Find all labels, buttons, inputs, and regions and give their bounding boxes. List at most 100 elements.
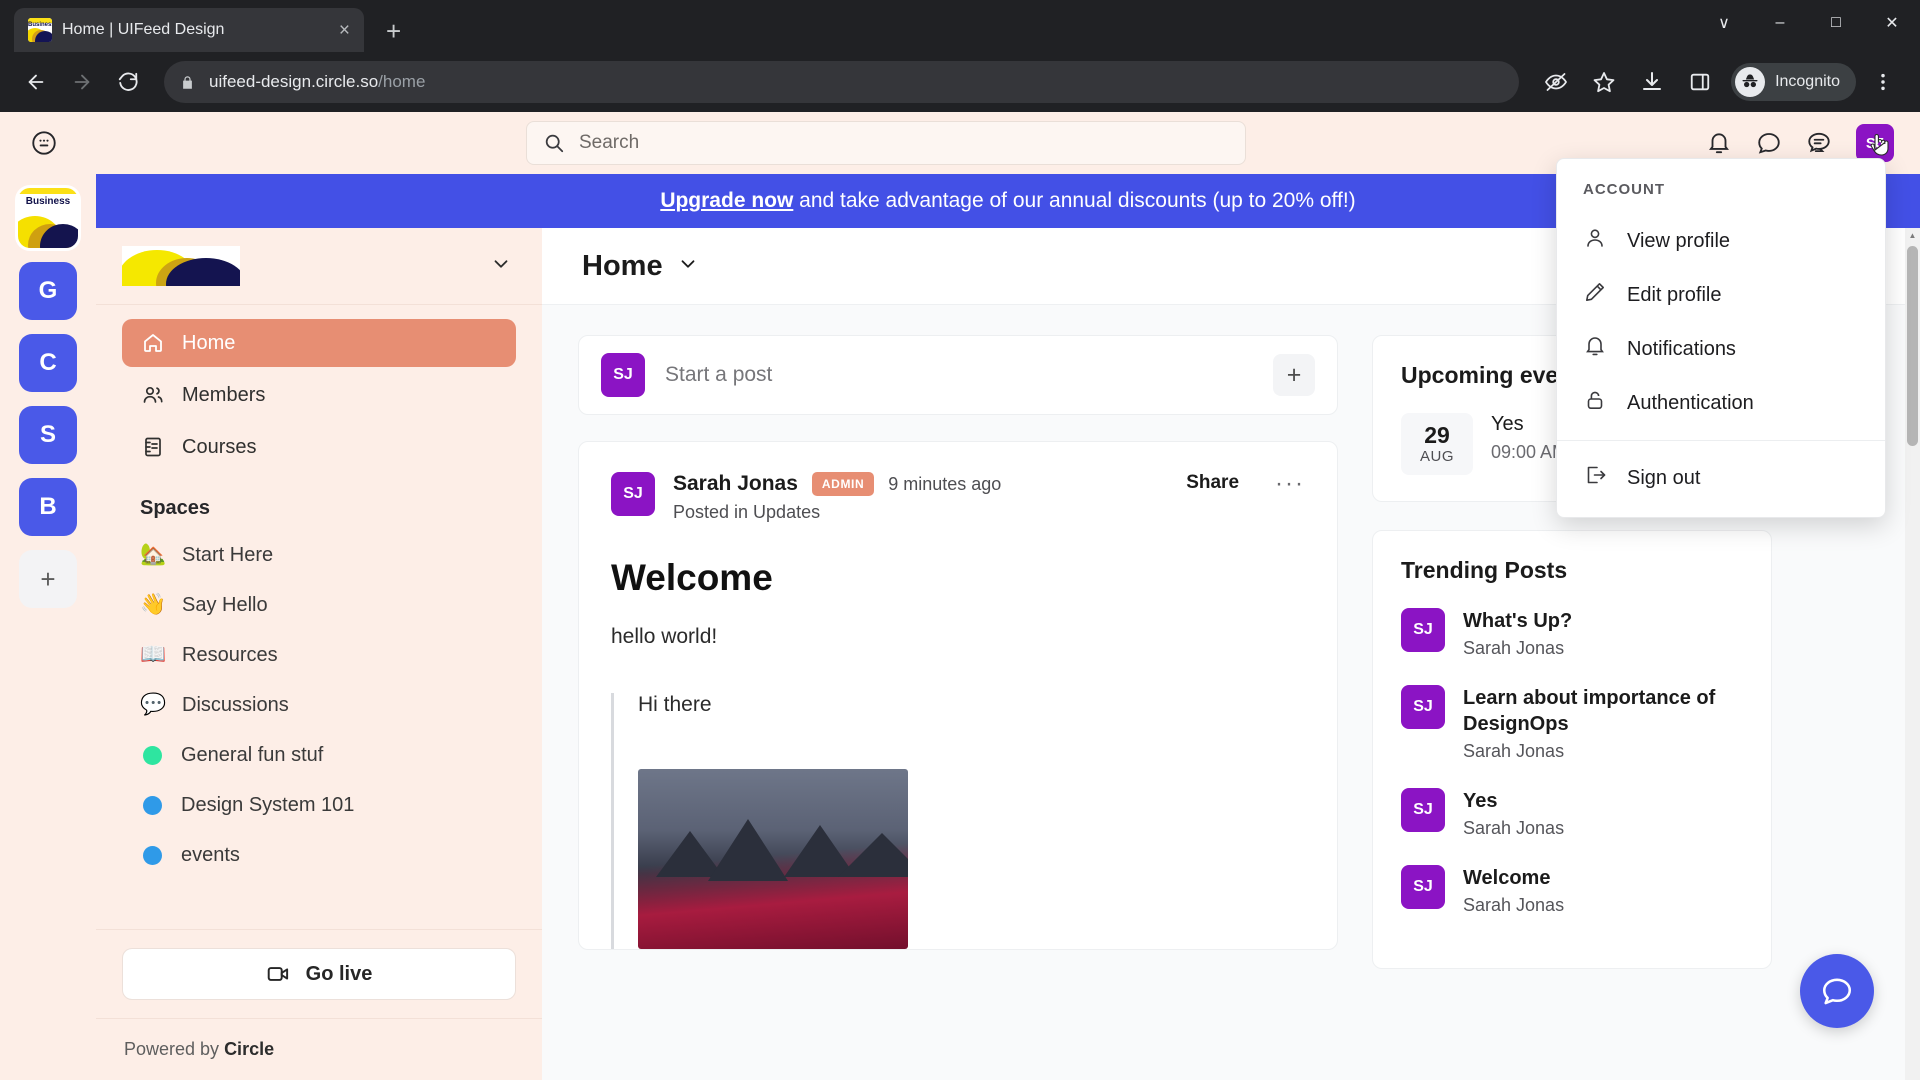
sidebar-item-courses[interactable]: Courses bbox=[122, 423, 516, 471]
menu-item-label: Edit profile bbox=[1627, 283, 1722, 306]
rail-item-c[interactable]: C bbox=[19, 334, 77, 392]
space-item-resources[interactable]: 📖 Resources bbox=[122, 630, 516, 680]
card-title: Trending Posts bbox=[1401, 557, 1568, 584]
post-author[interactable]: Sarah Jonas bbox=[673, 472, 798, 496]
browser-menu-icon[interactable] bbox=[1862, 62, 1904, 102]
search-input[interactable]: Search bbox=[526, 121, 1246, 165]
close-window-icon[interactable]: ✕ bbox=[1864, 0, 1920, 46]
scrollbar-thumb[interactable] bbox=[1907, 246, 1918, 446]
chevron-down-icon[interactable] bbox=[490, 253, 512, 280]
menu-item-authentication[interactable]: Authentication bbox=[1557, 376, 1885, 430]
avatar: SJ bbox=[601, 353, 645, 397]
bookmark-star-icon[interactable] bbox=[1583, 62, 1625, 102]
bell-icon bbox=[1583, 334, 1607, 364]
list-item[interactable]: SJ Learn about importance of DesignOps S… bbox=[1401, 685, 1743, 762]
community-sidebar: Home Members Courses Spaces 🏡 Start Here… bbox=[96, 174, 542, 1080]
quote-text: Hi there bbox=[638, 693, 712, 716]
space-item-events[interactable]: events bbox=[122, 830, 516, 880]
rail-item-g[interactable]: G bbox=[19, 262, 77, 320]
scroll-up-arrow-icon[interactable]: ▲ bbox=[1905, 228, 1920, 243]
trending-post-title: Yes bbox=[1463, 790, 1498, 813]
members-icon bbox=[140, 383, 166, 407]
menu-item-view-profile[interactable]: View profile bbox=[1557, 214, 1885, 268]
home-icon bbox=[140, 331, 166, 355]
chat-bubble-icon[interactable] bbox=[1756, 130, 1782, 156]
list-item[interactable]: SJ Welcome Sarah Jonas bbox=[1401, 865, 1743, 916]
go-live-label: Go live bbox=[305, 962, 373, 985]
menu-divider bbox=[1557, 440, 1885, 441]
sidebar-footer: Go live bbox=[96, 929, 542, 1018]
space-item-design-system-101[interactable]: Design System 101 bbox=[122, 780, 516, 830]
avatar-initials: SJ bbox=[1865, 134, 1885, 152]
share-button[interactable]: Share bbox=[1186, 472, 1239, 494]
space-label: General fun stuf bbox=[181, 743, 324, 766]
list-item[interactable]: SJ What's Up? Sarah Jonas bbox=[1401, 608, 1743, 659]
trending-post-author: Sarah Jonas bbox=[1463, 895, 1565, 916]
account-avatar-button[interactable]: SJ bbox=[1856, 124, 1894, 162]
banner-rest-text: and take advantage of our annual discoun… bbox=[793, 189, 1356, 212]
close-icon[interactable]: × bbox=[339, 21, 350, 40]
post-image[interactable] bbox=[638, 769, 908, 949]
post-body: hello world! bbox=[611, 625, 718, 648]
upgrade-now-link[interactable]: Upgrade now bbox=[660, 189, 793, 212]
browser-tab[interactable]: Business Home | UIFeed Design × bbox=[14, 8, 364, 52]
add-workspace-button[interactable]: + bbox=[19, 550, 77, 608]
sidebar-nav: Home Members Courses bbox=[96, 305, 542, 475]
page-scrollbar[interactable]: ▲ bbox=[1905, 228, 1920, 1080]
person-icon bbox=[1583, 226, 1607, 256]
reload-icon[interactable] bbox=[108, 62, 148, 102]
menu-item-sign-out[interactable]: Sign out bbox=[1557, 451, 1885, 505]
more-options-icon[interactable]: ··· bbox=[1275, 472, 1305, 496]
incognito-profile-button[interactable]: Incognito bbox=[1731, 63, 1856, 101]
avatar: SJ bbox=[611, 472, 655, 516]
green-dot-icon bbox=[143, 745, 162, 765]
window-controls: ∨ – □ ✕ bbox=[1696, 0, 1920, 46]
minimize-icon[interactable]: – bbox=[1752, 0, 1808, 46]
sign-out-icon bbox=[1583, 463, 1607, 493]
chevron-down-icon[interactable]: ∨ bbox=[1696, 0, 1752, 46]
back-icon[interactable] bbox=[16, 62, 56, 102]
download-icon[interactable] bbox=[1631, 62, 1673, 102]
go-live-button[interactable]: Go live bbox=[122, 948, 516, 1000]
side-panel-icon[interactable] bbox=[1679, 62, 1721, 102]
trending-post-author: Sarah Jonas bbox=[1463, 638, 1565, 659]
new-tab-button[interactable]: + bbox=[386, 18, 401, 44]
chat-bubble-icon bbox=[1822, 978, 1852, 1005]
space-item-start-here[interactable]: 🏡 Start Here bbox=[122, 530, 516, 580]
menu-item-notifications[interactable]: Notifications bbox=[1557, 322, 1885, 376]
bell-icon[interactable] bbox=[1706, 130, 1732, 156]
post-meta: Sarah Jonas ADMIN 9 minutes ago Posted i… bbox=[673, 472, 1168, 523]
maximize-icon[interactable]: □ bbox=[1808, 0, 1864, 46]
post-composer[interactable]: SJ Start a post + bbox=[578, 335, 1338, 415]
menu-item-label: Notifications bbox=[1627, 337, 1736, 360]
menu-item-edit-profile[interactable]: Edit profile bbox=[1557, 268, 1885, 322]
incognito-icon bbox=[1735, 67, 1766, 97]
space-item-say-hello[interactable]: 👋 Say Hello bbox=[122, 580, 516, 630]
sidebar-item-home[interactable]: Home bbox=[122, 319, 516, 367]
avatar: SJ bbox=[1401, 685, 1445, 730]
event-month: AUG bbox=[1419, 448, 1454, 466]
add-post-button[interactable]: + bbox=[1273, 354, 1315, 396]
space-item-general-fun-stuf[interactable]: General fun stuf bbox=[122, 730, 516, 780]
rail-item-s[interactable]: S bbox=[19, 406, 77, 464]
post-posted-in: Posted in Updates bbox=[673, 502, 821, 522]
list-item[interactable]: SJ Yes Sarah Jonas bbox=[1401, 788, 1743, 839]
rail-item-b[interactable]: B bbox=[19, 478, 77, 536]
space-label: events bbox=[181, 843, 240, 866]
sidebar-item-members[interactable]: Members bbox=[122, 371, 516, 419]
book-emoji-icon: 📖 bbox=[140, 643, 167, 666]
page-title-chevron-down-icon[interactable] bbox=[677, 253, 699, 280]
spaces-heading: Spaces bbox=[140, 497, 211, 519]
app-switcher-icon[interactable] bbox=[22, 121, 66, 165]
space-label: Say Hello bbox=[182, 593, 268, 616]
hide-password-icon[interactable] bbox=[1535, 62, 1577, 102]
app-root: Search SJ Upgrade now and take advantage… bbox=[0, 112, 1920, 1080]
chat-support-button[interactable] bbox=[1800, 954, 1874, 1028]
messages-icon[interactable] bbox=[1806, 130, 1832, 156]
space-item-discussions[interactable]: 💬 Discussions bbox=[122, 680, 516, 730]
search-placeholder: Search bbox=[579, 132, 640, 153]
workspace-logo[interactable]: Business bbox=[18, 188, 78, 248]
community-brand[interactable] bbox=[96, 228, 542, 304]
address-bar[interactable]: uifeed-design.circle.so/home bbox=[164, 61, 1520, 103]
powered-prefix: Powered by bbox=[124, 1039, 225, 1059]
